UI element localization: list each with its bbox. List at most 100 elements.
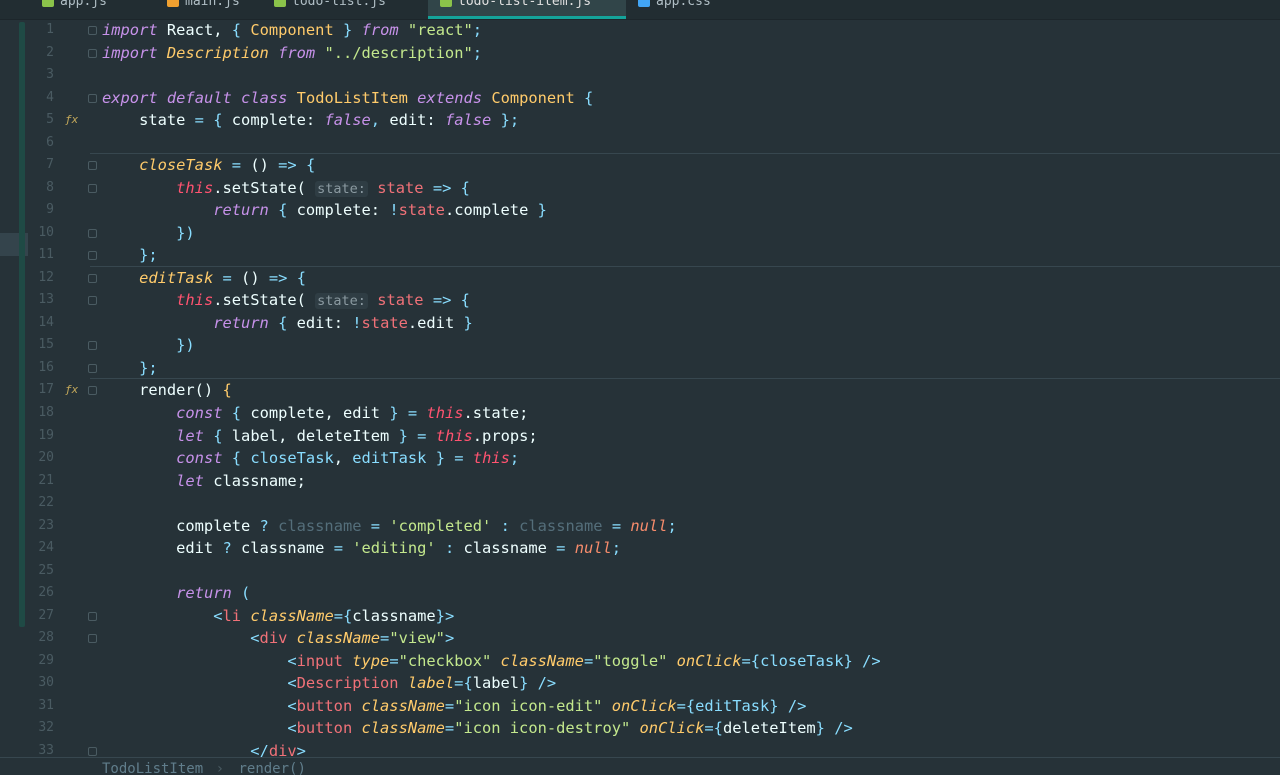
fold-marker-icon[interactable] bbox=[88, 273, 97, 283]
code-line[interactable]: 28 <div className="view"> bbox=[0, 627, 1280, 650]
override-method-icon[interactable]: ƒx bbox=[65, 109, 78, 132]
code-line[interactable]: 6 bbox=[0, 132, 1280, 155]
code-line[interactable]: 33 </div> bbox=[0, 740, 1280, 757]
fold-marker-icon[interactable] bbox=[88, 26, 97, 35]
code-line[interactable]: 14 return { edit: !state.edit } bbox=[0, 312, 1280, 335]
breadcrumb-class[interactable]: TodoListItem bbox=[102, 761, 203, 775]
line-number[interactable]: 25 bbox=[28, 560, 54, 583]
line-number[interactable]: 3 bbox=[28, 64, 54, 87]
fold-marker-icon[interactable] bbox=[88, 296, 97, 306]
line-number[interactable]: 4 bbox=[28, 87, 54, 110]
line-number[interactable]: 9 bbox=[28, 199, 54, 222]
line-number[interactable]: 5 bbox=[28, 109, 54, 132]
fold-marker-icon[interactable] bbox=[88, 251, 97, 261]
code-line[interactable]: 27 <li className={classname}> bbox=[0, 605, 1280, 628]
line-number[interactable]: 10 bbox=[28, 222, 54, 245]
line-number[interactable]: 30 bbox=[28, 672, 54, 695]
line-number[interactable]: 23 bbox=[28, 515, 54, 538]
code-token: : bbox=[444, 539, 455, 558]
line-number[interactable]: 6 bbox=[28, 132, 54, 155]
tab-app-css[interactable]: app.css bbox=[626, 0, 723, 19]
fold-marker-icon[interactable] bbox=[88, 48, 97, 58]
code-line[interactable]: 7 closeTask = () => { bbox=[0, 154, 1280, 177]
fold-marker-icon[interactable] bbox=[88, 228, 97, 238]
line-number[interactable]: 27 bbox=[28, 605, 54, 628]
fold-marker-icon[interactable] bbox=[88, 363, 97, 373]
line-number[interactable]: 21 bbox=[28, 470, 54, 493]
code-line[interactable]: 31 <button className="icon icon-edit" on… bbox=[0, 695, 1280, 718]
code-line[interactable]: 29 <input type="checkbox" className="tog… bbox=[0, 650, 1280, 673]
code-line[interactable]: 10 }) bbox=[0, 222, 1280, 245]
breadcrumb-method[interactable]: render() bbox=[238, 761, 305, 775]
line-number[interactable]: 14 bbox=[28, 312, 54, 335]
code-line[interactable]: 32 <button className="icon icon-destroy"… bbox=[0, 717, 1280, 740]
code-line[interactable]: 9 return { complete: !state.complete } bbox=[0, 199, 1280, 222]
line-number[interactable]: 15 bbox=[28, 334, 54, 357]
line-number[interactable]: 28 bbox=[28, 627, 54, 650]
line-number[interactable]: 11 bbox=[28, 244, 54, 267]
line-number[interactable]: 19 bbox=[28, 425, 54, 448]
code-line[interactable]: 1 import React, { Component } from "react… bbox=[0, 19, 1280, 42]
code-token: div bbox=[268, 741, 297, 757]
code-line[interactable]: 3 bbox=[0, 64, 1280, 87]
fold-marker-icon[interactable] bbox=[88, 161, 97, 171]
fold-marker-icon[interactable] bbox=[88, 93, 97, 103]
code-line[interactable]: 2 import Description from "../description… bbox=[0, 42, 1280, 65]
code-line[interactable]: 24 edit ? classname = 'editing' : classn… bbox=[0, 537, 1280, 560]
code-line[interactable]: 22 bbox=[0, 492, 1280, 515]
line-number[interactable]: 32 bbox=[28, 717, 54, 740]
line-number[interactable]: 12 bbox=[28, 267, 54, 290]
line-number[interactable]: 13 bbox=[28, 289, 54, 312]
line-number[interactable]: 8 bbox=[28, 177, 54, 200]
fold-marker-icon[interactable] bbox=[88, 746, 97, 756]
code-line[interactable]: 12 editTask = () => { bbox=[0, 267, 1280, 290]
code-token: > bbox=[296, 741, 306, 757]
line-number[interactable]: 17 bbox=[28, 379, 54, 402]
code-line[interactable]: 15 }) bbox=[0, 334, 1280, 357]
line-number[interactable]: 31 bbox=[28, 695, 54, 718]
tab-todo-list-item-js[interactable]: todo-list-item.js bbox=[428, 0, 626, 19]
tab-main-js[interactable]: main.js bbox=[155, 0, 252, 19]
code-line[interactable]: 8 this.setState( state: state => { bbox=[0, 177, 1280, 200]
fold-marker-icon[interactable] bbox=[88, 611, 97, 621]
tab-app-js[interactable]: app.js bbox=[30, 0, 119, 19]
line-number[interactable]: 33 bbox=[28, 740, 54, 757]
fold-marker-icon[interactable] bbox=[88, 341, 97, 351]
code-line[interactable]: 18 const { complete, edit } = this.state… bbox=[0, 402, 1280, 425]
line-number[interactable]: 7 bbox=[28, 154, 54, 177]
code-line[interactable]: 19 let { label, deleteItem } = this.prop… bbox=[0, 425, 1280, 448]
line-number[interactable]: 16 bbox=[28, 357, 54, 380]
code-editor[interactable]: 1 import React, { Component } from "react… bbox=[0, 19, 1280, 757]
code-line[interactable]: 30 <Description label={label} /> bbox=[0, 672, 1280, 695]
fold-marker-icon[interactable] bbox=[88, 183, 97, 193]
line-number[interactable]: 26 bbox=[28, 582, 54, 605]
override-method-icon[interactable]: ƒx bbox=[65, 379, 78, 402]
line-number[interactable]: 24 bbox=[28, 537, 54, 560]
code-line[interactable]: 5 ƒx state = { complete: false, edit: fal… bbox=[0, 109, 1280, 132]
line-number[interactable]: 20 bbox=[28, 447, 54, 470]
code-line[interactable]: 17 ƒx render() { bbox=[0, 379, 1280, 402]
line-number[interactable]: 22 bbox=[28, 492, 54, 515]
code-line[interactable]: 4 export default class TodoListItem exten… bbox=[0, 87, 1280, 110]
code-line[interactable]: 20 const { closeTask, editTask } = this; bbox=[0, 447, 1280, 470]
code-line[interactable]: 25 bbox=[0, 560, 1280, 583]
code-line[interactable]: 11 }; bbox=[0, 244, 1280, 267]
code-line[interactable]: 26 return ( bbox=[0, 582, 1280, 605]
code-text: state = { complete: false, edit: false }… bbox=[102, 109, 519, 132]
line-number[interactable]: 2 bbox=[28, 42, 54, 65]
line-number[interactable]: 29 bbox=[28, 650, 54, 673]
code-line[interactable]: 16 }; bbox=[0, 357, 1280, 380]
code-token: /> bbox=[787, 696, 807, 715]
line-number[interactable]: 18 bbox=[28, 402, 54, 425]
fold-marker-icon[interactable] bbox=[88, 634, 97, 644]
code-line[interactable]: 23 complete ? classname = 'completed' : … bbox=[0, 515, 1280, 538]
code-line[interactable]: 13 this.setState( state: state => { bbox=[0, 289, 1280, 312]
tab-todo-list-js[interactable]: todo-list.js bbox=[262, 0, 398, 19]
line-number[interactable]: 1 bbox=[28, 19, 54, 42]
fold-marker-icon[interactable] bbox=[88, 386, 97, 396]
code-token: state bbox=[102, 111, 195, 130]
code-line[interactable]: 21 let classname; bbox=[0, 470, 1280, 493]
